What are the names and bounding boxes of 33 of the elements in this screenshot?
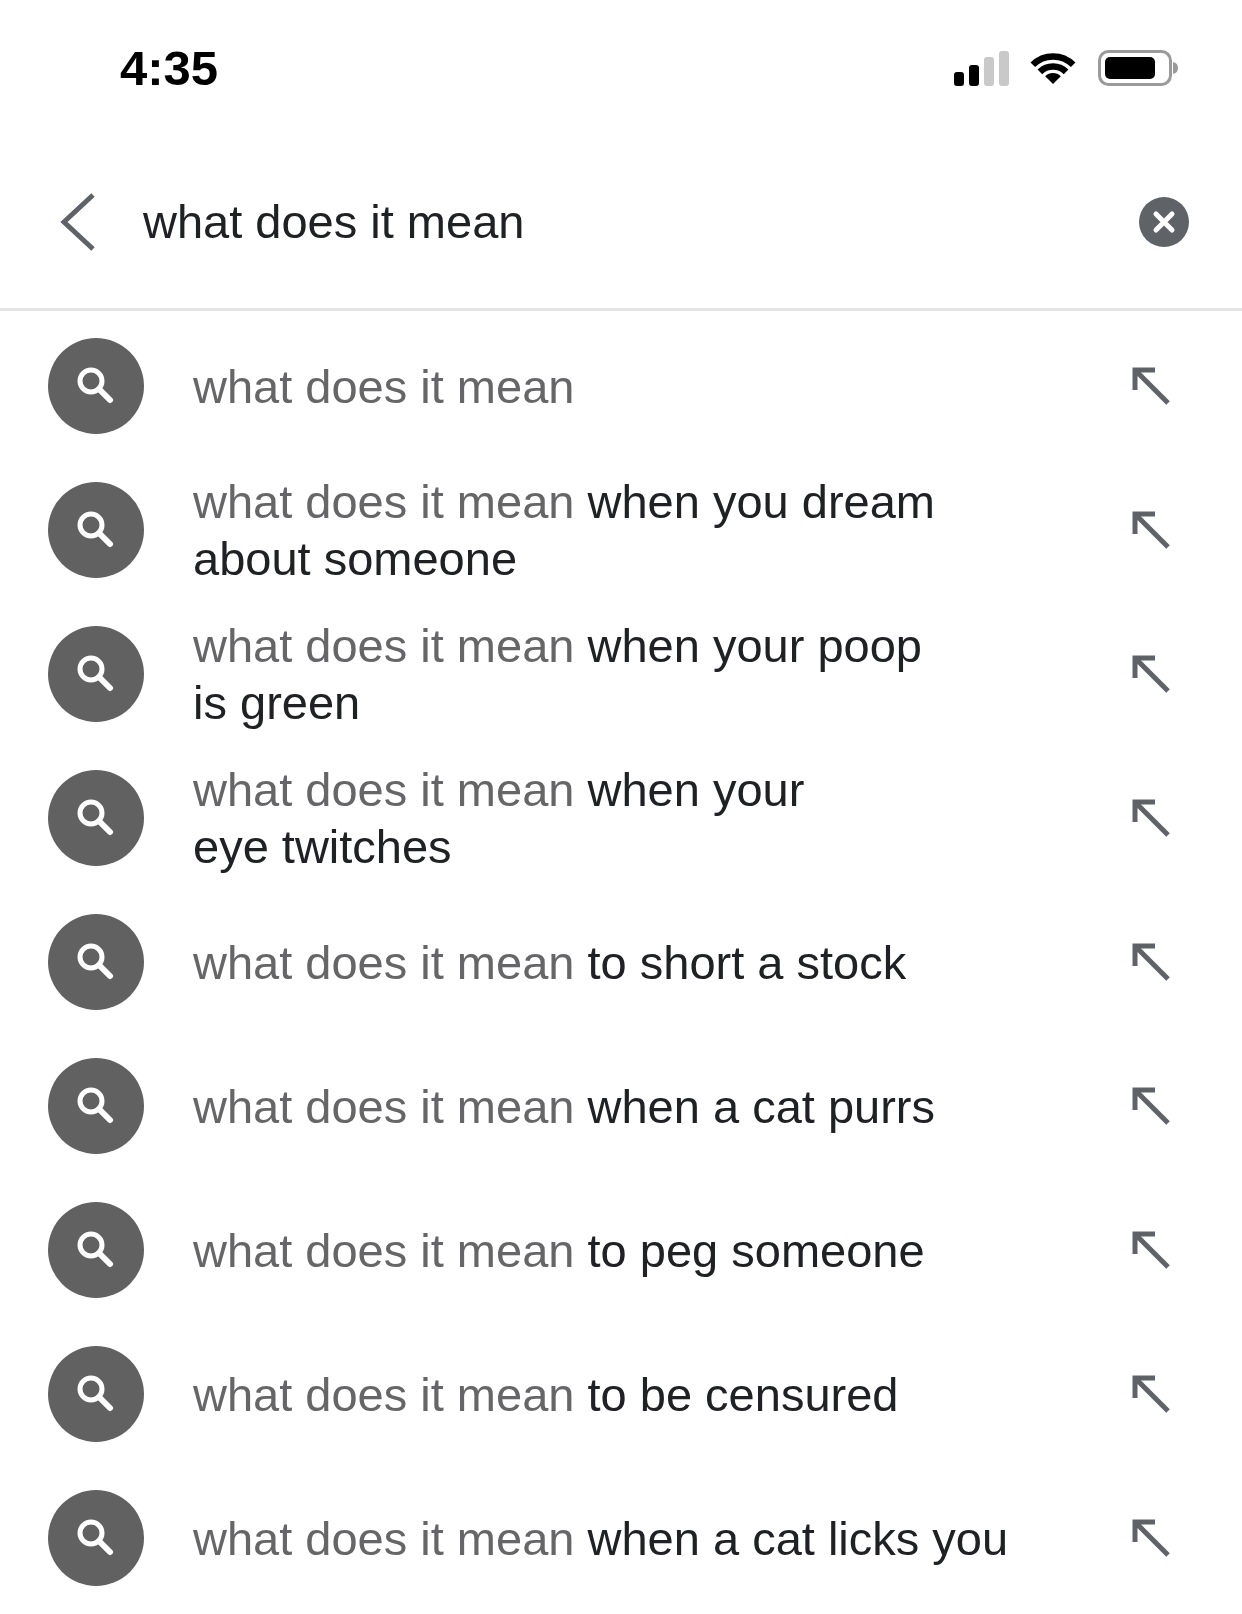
search-icon: [48, 1202, 144, 1298]
status-time: 4:35: [120, 43, 219, 93]
search-field[interactable]: what does it mean: [143, 192, 1119, 252]
search-icon: [48, 914, 144, 1010]
clear-icon[interactable]: [1139, 197, 1189, 247]
search-icon: [48, 1490, 144, 1586]
suggestion-text[interactable]: what does it mean when you dream about someone: [193, 473, 1111, 587]
suggestion-text[interactable]: what does it mean when your eye twitches: [193, 761, 1111, 875]
suggestion-text[interactable]: what does it mean to short a stock: [193, 933, 1111, 991]
search-icon: [48, 482, 144, 578]
battery-icon: [1098, 50, 1178, 86]
search-icon: [48, 1058, 144, 1154]
search-icon: [48, 626, 144, 722]
signal-icon: [954, 50, 1009, 86]
suggestion-text[interactable]: what does it mean to peg someone: [193, 1221, 1111, 1279]
up-left-arrow-icon[interactable]: [1131, 654, 1171, 694]
suggestion-text[interactable]: what does it mean to be censured: [193, 1365, 1111, 1423]
up-left-arrow-icon[interactable]: [1131, 366, 1171, 406]
search-icon: [48, 338, 144, 434]
suggestion-text[interactable]: what does it mean: [193, 357, 1111, 415]
search-icon: [48, 1346, 144, 1442]
up-left-arrow-icon[interactable]: [1131, 1374, 1171, 1414]
search-icon: [48, 770, 144, 866]
up-left-arrow-icon[interactable]: [1131, 1230, 1171, 1270]
up-left-arrow-icon[interactable]: [1131, 942, 1171, 982]
suggestion-text[interactable]: what does it mean when a cat licks you: [193, 1509, 1111, 1567]
up-left-arrow-icon[interactable]: [1131, 1086, 1171, 1126]
wifi-icon: [1029, 51, 1077, 85]
up-left-arrow-icon[interactable]: [1131, 798, 1171, 838]
suggestion-text[interactable]: what does it mean when a cat purrs: [193, 1077, 1111, 1135]
suggestion-text[interactable]: what does it mean when your poop is green: [193, 617, 1111, 731]
up-left-arrow-icon[interactable]: [1131, 510, 1171, 550]
up-left-arrow-icon[interactable]: [1131, 1518, 1171, 1558]
